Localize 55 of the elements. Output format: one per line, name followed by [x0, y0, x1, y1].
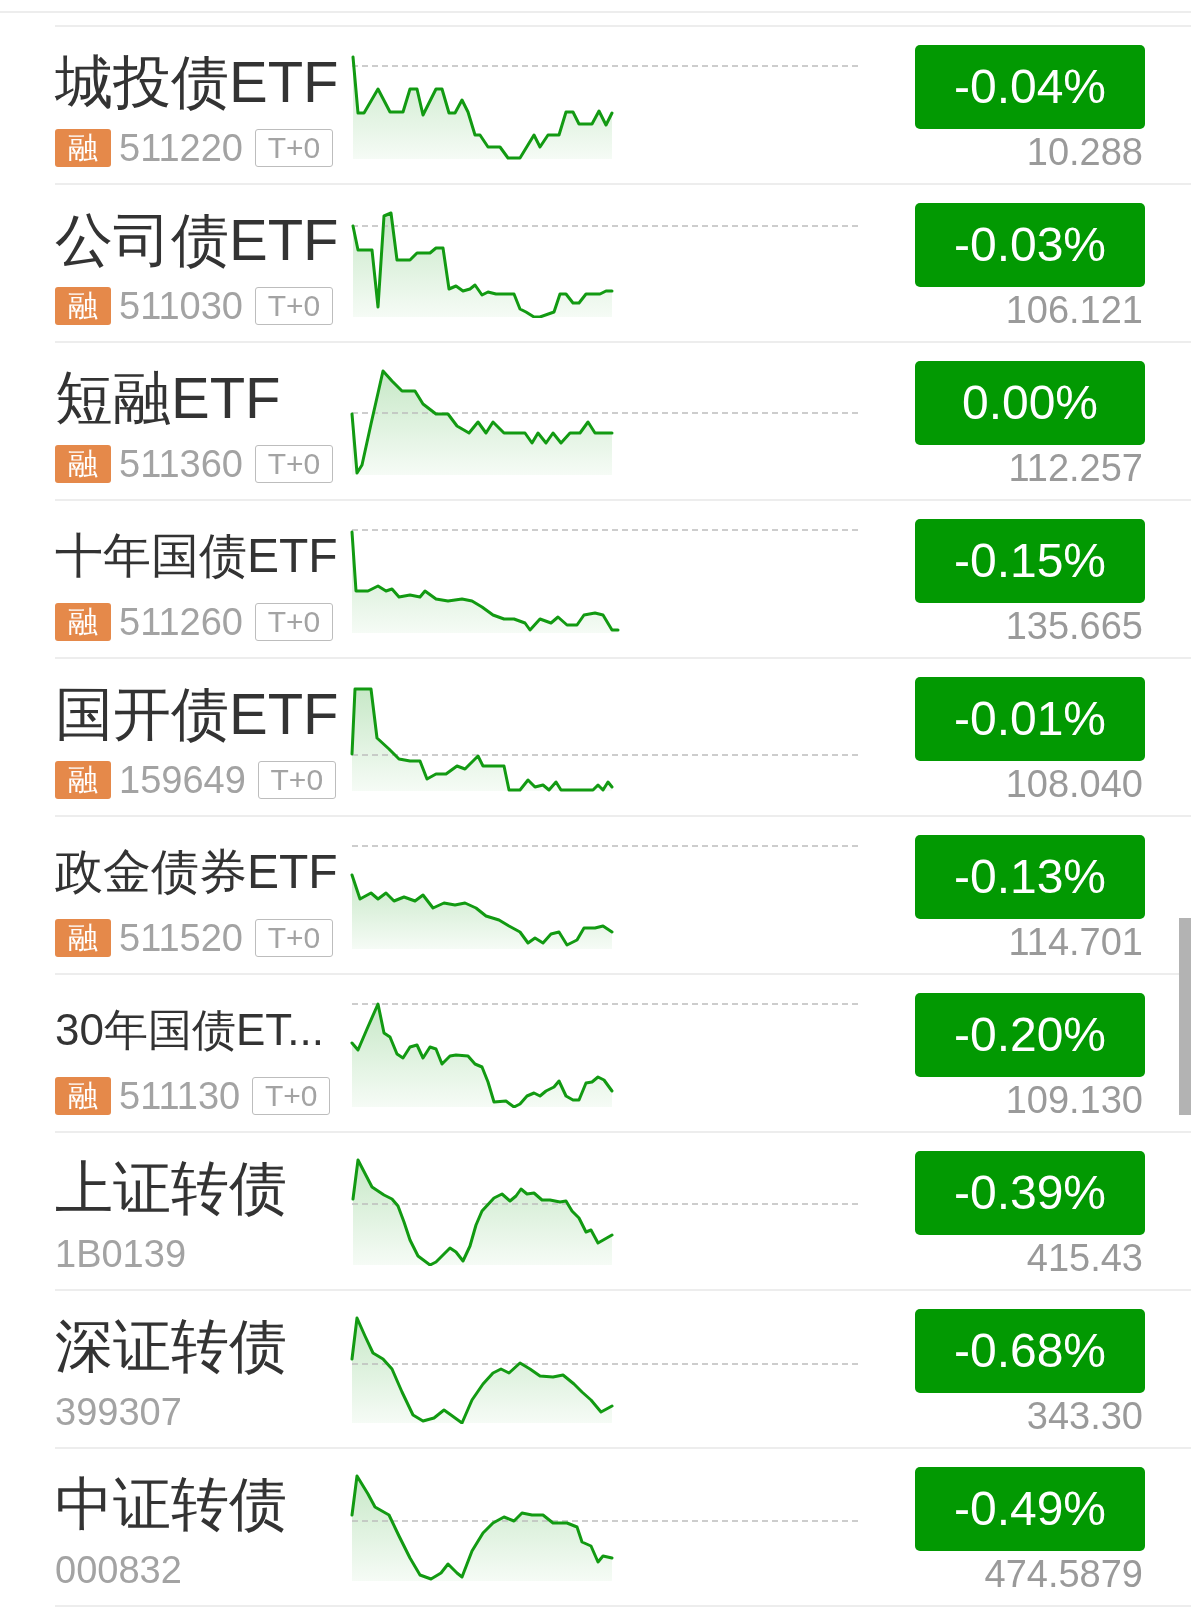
price-change: 0.00% [915, 361, 1145, 445]
trading-tag: T+0 [255, 445, 333, 483]
fund-code: 399307 [55, 1393, 182, 1431]
price-change: -0.20% [915, 993, 1145, 1077]
last-price: 135.665 [1005, 607, 1144, 645]
fund-code: 1B0139 [55, 1235, 186, 1273]
trading-tag: T+0 [255, 129, 333, 167]
price-change: -0.15% [915, 519, 1145, 603]
last-price: 343.30 [1026, 1397, 1144, 1435]
price-change: -0.03% [915, 203, 1145, 287]
trading-tag: T+0 [255, 603, 333, 641]
fund-name: 上证转债 [55, 1159, 287, 1217]
fund-code: 511360 [119, 445, 243, 483]
fund-name: 深证转债 [55, 1317, 287, 1375]
last-price: 109.130 [1005, 1081, 1144, 1119]
price-change: -0.13% [915, 835, 1145, 919]
trading-tag: T+0 [255, 287, 333, 325]
fund-name: 中证转债 [55, 1475, 287, 1533]
price-change: -0.04% [915, 45, 1145, 129]
price-change: -0.01% [915, 677, 1145, 761]
fund-name: 公司债ETF [55, 211, 339, 269]
last-price: 108.040 [1005, 765, 1144, 803]
last-price: 106.121 [1005, 291, 1144, 329]
fund-name: 短融ETF [55, 369, 281, 427]
margin-tag: 融 [55, 919, 111, 957]
trading-tag: T+0 [255, 919, 333, 957]
fund-name: 国开债ETF [55, 685, 339, 743]
fund-code: 000832 [55, 1551, 182, 1589]
price-change: -0.49% [915, 1467, 1145, 1551]
fund-code: 511130 [119, 1077, 241, 1115]
margin-tag: 融 [55, 603, 111, 641]
last-price: 112.257 [1008, 449, 1144, 487]
price-change: -0.68% [915, 1309, 1145, 1393]
margin-tag: 融 [55, 129, 111, 167]
fund-code: 511260 [119, 603, 243, 641]
trading-tag: T+0 [257, 761, 336, 799]
fund-code: 159649 [119, 761, 246, 799]
margin-tag: 融 [55, 445, 111, 483]
fund-name: 城投债ETF [55, 53, 339, 111]
last-price: 10.288 [1026, 133, 1144, 171]
price-change: -0.39% [915, 1151, 1145, 1235]
scrollbar-thumb[interactable] [1179, 918, 1191, 1115]
fund-code: 511030 [119, 287, 243, 325]
fund-name: 30年国债ET... [55, 1008, 324, 1052]
margin-tag: 融 [55, 287, 111, 325]
last-price: 474.5879 [984, 1555, 1144, 1593]
fund-code: 511220 [119, 129, 243, 167]
trading-tag: T+0 [252, 1077, 331, 1115]
fund-name: 十年国债ETF [55, 532, 338, 580]
margin-tag: 融 [55, 1077, 111, 1115]
last-price: 114.701 [1008, 923, 1144, 961]
fund-code: 511520 [119, 919, 243, 957]
last-price: 415.43 [1026, 1239, 1144, 1277]
fund-name: 政金债券ETF [55, 848, 338, 896]
margin-tag: 融 [55, 761, 111, 799]
